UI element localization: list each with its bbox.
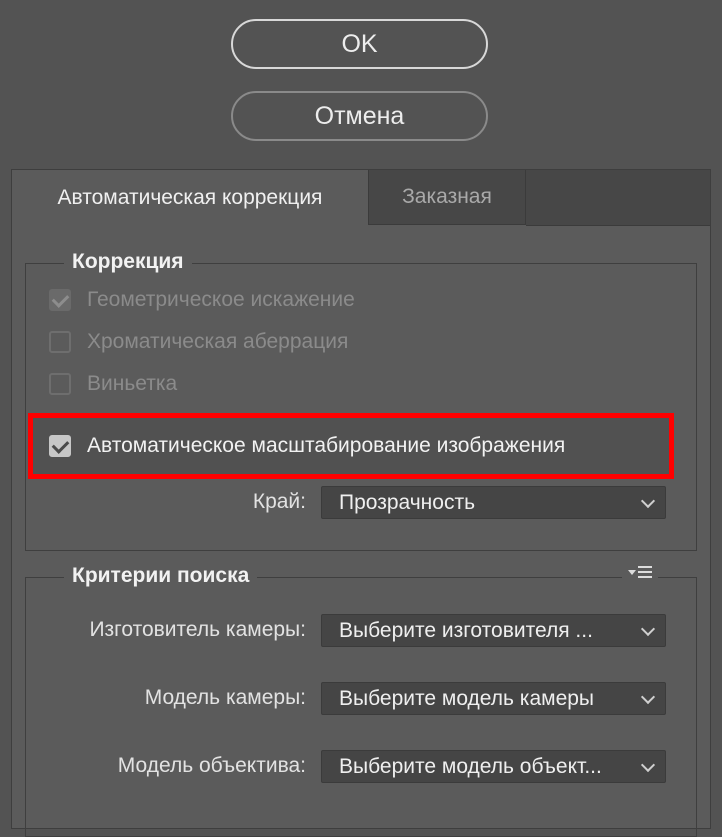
edge-select-value: Прозрачность bbox=[339, 490, 476, 514]
correction-group: Коррекция Геометрическое искажение Хрома… bbox=[25, 250, 697, 551]
chromatic-aberration-label: Хроматическая аберрация bbox=[87, 330, 349, 353]
edge-select[interactable]: Прозрачность bbox=[321, 486, 666, 519]
geometric-distortion-row[interactable]: Геометрическое искажение bbox=[49, 288, 355, 312]
lens-correction-panel: Автоматическая коррекция Заказная Коррек… bbox=[11, 169, 711, 837]
camera-model-select[interactable]: Выберите модель камеры bbox=[321, 682, 666, 715]
search-criteria-title: Критерии поиска bbox=[64, 564, 258, 588]
lens-model-value: Выберите модель объект... bbox=[339, 754, 602, 778]
camera-model-label: Модель камеры: bbox=[144, 686, 306, 709]
chromatic-aberration-checkbox[interactable] bbox=[49, 331, 71, 353]
tab-auto-correction[interactable]: Автоматическая коррекция bbox=[12, 170, 368, 225]
camera-maker-label: Изготовитель камеры: bbox=[89, 618, 306, 641]
correction-title: Коррекция bbox=[64, 250, 192, 274]
vignette-label: Виньетка bbox=[87, 372, 178, 395]
camera-maker-select[interactable]: Выберите изготовителя ... bbox=[321, 614, 666, 647]
ok-button[interactable]: OK bbox=[231, 19, 488, 69]
edge-label: Край: bbox=[252, 490, 306, 513]
geometric-distortion-checkbox[interactable] bbox=[49, 289, 71, 311]
chromatic-aberration-row[interactable]: Хроматическая аберрация bbox=[49, 330, 348, 354]
auto-scale-label: Автоматическое масштабирование изображен… bbox=[87, 434, 566, 457]
search-criteria-group: Критерии поиска Изготовитель камеры: Выб… bbox=[25, 564, 697, 837]
dropdown-triangle-icon bbox=[628, 569, 636, 575]
chevron-down-icon bbox=[640, 621, 656, 637]
list-lines-icon bbox=[638, 566, 652, 578]
geometric-distortion-label: Геометрическое искажение bbox=[87, 288, 355, 311]
tab-bar-fill bbox=[526, 170, 710, 226]
vignette-checkbox[interactable] bbox=[49, 373, 71, 395]
auto-scale-checkbox[interactable] bbox=[49, 435, 71, 457]
chevron-down-icon bbox=[640, 689, 656, 705]
menu-icon[interactable] bbox=[622, 566, 658, 578]
lens-model-select[interactable]: Выберите модель объект... bbox=[321, 750, 666, 783]
camera-model-value: Выберите модель камеры bbox=[339, 686, 595, 710]
chevron-down-icon bbox=[640, 493, 656, 509]
camera-maker-value: Выберите изготовителя ... bbox=[339, 618, 593, 642]
lens-model-label: Модель объектива: bbox=[117, 754, 306, 777]
check-icon bbox=[51, 435, 69, 454]
check-icon bbox=[51, 289, 69, 308]
tab-bar: Автоматическая коррекция Заказная bbox=[12, 170, 710, 226]
vignette-row[interactable]: Виньетка bbox=[49, 372, 177, 396]
auto-scale-row[interactable]: Автоматическое масштабирование изображен… bbox=[49, 434, 565, 458]
chevron-down-icon bbox=[640, 757, 656, 773]
tab-custom[interactable]: Заказная bbox=[368, 170, 526, 225]
cancel-button[interactable]: Отмена bbox=[231, 91, 488, 141]
